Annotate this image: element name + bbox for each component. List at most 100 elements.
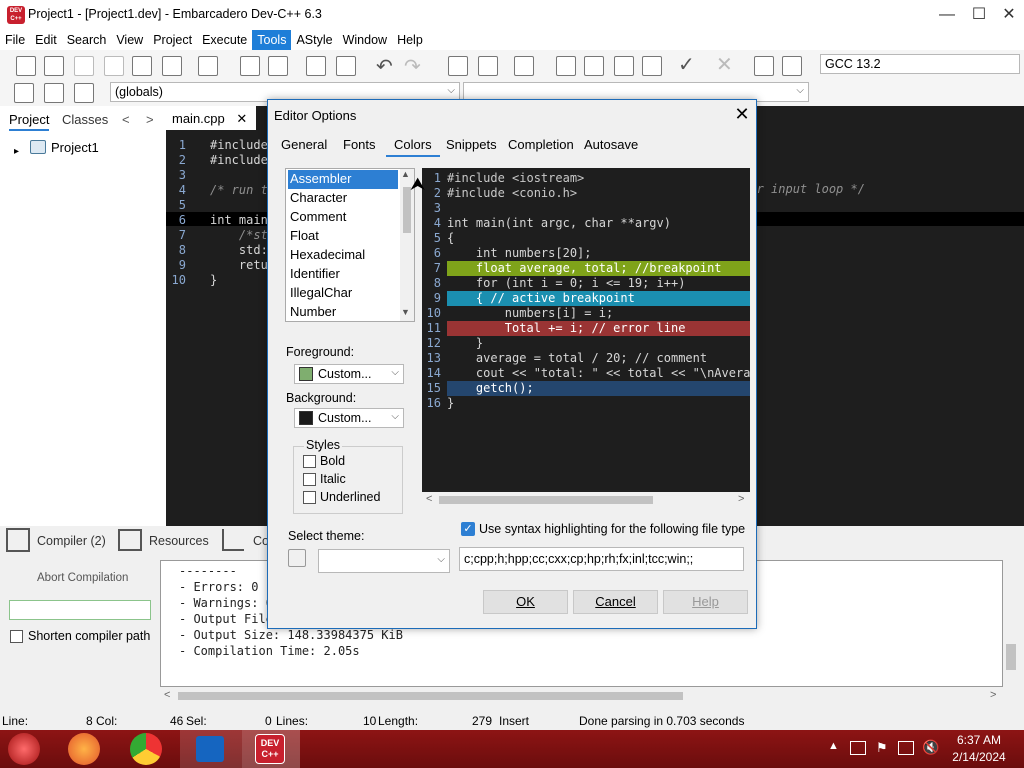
background-color-combo[interactable]: Custom... ⌵: [294, 408, 404, 428]
start-icon[interactable]: [8, 733, 40, 765]
indent-icon[interactable]: [306, 56, 326, 76]
syntax-element-item[interactable]: Comment: [288, 208, 398, 227]
tray-arrow-icon[interactable]: ▲: [828, 740, 839, 752]
syntax-highlight-checkbox[interactable]: ✓: [461, 522, 475, 536]
italic-checkbox[interactable]: [303, 473, 316, 486]
tab-resources[interactable]: Resources: [149, 534, 209, 548]
menu-file[interactable]: File: [0, 30, 30, 50]
syntax-element-list[interactable]: ▲ ▼ Assembler Character Comment Float Hexade…: [285, 168, 415, 322]
underlined-checkbox[interactable]: [303, 491, 316, 504]
menu-project[interactable]: Project: [148, 30, 197, 50]
scroll-up-arrow[interactable]: ▲: [401, 169, 410, 179]
close-file-icon[interactable]: [132, 56, 152, 76]
next-tab-arrow[interactable]: >: [146, 112, 154, 127]
compiler-set-combo[interactable]: GCC 13.2: [820, 54, 1020, 74]
abort-compilation-button[interactable]: Abort Compilation: [37, 572, 128, 584]
close-window-button[interactable]: ✕: [998, 4, 1020, 26]
undo-icon[interactable]: ↶: [376, 54, 393, 79]
stop-icon[interactable]: ✕: [716, 52, 733, 77]
syntax-element-item[interactable]: Number: [288, 303, 398, 322]
flag-tray-icon[interactable]: ⚑: [876, 740, 888, 756]
shorten-path-checkbox[interactable]: [10, 630, 23, 643]
file-tab-main-cpp[interactable]: main.cpp ✕: [166, 106, 256, 130]
redo-icon[interactable]: ↷: [404, 54, 421, 79]
foreground-color-combo[interactable]: Custom... ⌵: [294, 364, 404, 384]
preview-scroll-right[interactable]: >: [738, 493, 744, 505]
print-icon[interactable]: [198, 56, 218, 76]
volume-tray-icon[interactable]: 🔇: [922, 739, 939, 756]
outlook-task[interactable]: [180, 730, 242, 768]
menu-search[interactable]: Search: [62, 30, 112, 50]
battery-tray-icon[interactable]: [898, 741, 914, 755]
project-options-icon[interactable]: [514, 56, 534, 76]
run-icon[interactable]: [584, 56, 604, 76]
menu-help[interactable]: Help: [392, 30, 428, 50]
new-file-icon[interactable]: [16, 56, 36, 76]
maximize-button[interactable]: ☐: [968, 4, 990, 26]
dialog-close-button[interactable]: ✕: [732, 104, 752, 125]
scroll-right-arrow[interactable]: >: [990, 689, 996, 701]
menu-edit[interactable]: Edit: [30, 30, 62, 50]
open-folder-icon[interactable]: [44, 56, 64, 76]
help-button[interactable]: Help: [663, 590, 748, 614]
remove-from-project-icon[interactable]: [478, 56, 498, 76]
menu-astyle[interactable]: AStyle: [291, 30, 337, 50]
menu-window[interactable]: Window: [338, 30, 392, 50]
find-icon[interactable]: [240, 56, 260, 76]
menu-view[interactable]: View: [111, 30, 148, 50]
clock-time[interactable]: 6:37 AM: [946, 733, 1012, 747]
save-theme-icon[interactable]: [288, 549, 306, 567]
expand-arrow-icon[interactable]: ▸: [14, 146, 19, 157]
file-types-input[interactable]: c;cpp;h;hpp;cc;cxx;cp;hp;rh;fx;inl;tcc;w…: [459, 547, 744, 571]
tab-fonts[interactable]: Fonts: [343, 137, 376, 152]
bookmark-list-icon[interactable]: [74, 83, 94, 103]
tab-compiler[interactable]: Compiler (2): [37, 534, 106, 548]
theme-combo[interactable]: ⌵: [318, 549, 450, 573]
tab-general[interactable]: General: [281, 137, 327, 152]
chart-icon[interactable]: [754, 56, 774, 76]
tab-project[interactable]: Project: [9, 112, 50, 131]
tab-completion[interactable]: Completion: [508, 137, 574, 152]
unindent-icon[interactable]: [336, 56, 356, 76]
menu-tools[interactable]: Tools: [252, 30, 292, 50]
syntax-element-item[interactable]: IllegalChar: [288, 284, 398, 303]
network-tray-icon[interactable]: [850, 741, 866, 755]
firefox-icon[interactable]: [68, 733, 100, 765]
tab-colors[interactable]: Colors: [386, 137, 440, 157]
compile-icon[interactable]: [556, 56, 576, 76]
menu-execute[interactable]: Execute: [197, 30, 252, 50]
syntax-element-item[interactable]: Character: [288, 189, 398, 208]
cancel-button[interactable]: Cancel: [573, 590, 658, 614]
save-icon[interactable]: [74, 56, 94, 76]
preview-scrollbar-thumb[interactable]: [439, 496, 653, 504]
scrollbar-thumb[interactable]: [178, 692, 683, 700]
compile-run-icon[interactable]: [614, 56, 634, 76]
prev-tab-arrow[interactable]: <: [122, 112, 130, 127]
chrome-icon[interactable]: [130, 733, 162, 765]
project-tree-item[interactable]: Project1: [51, 140, 99, 155]
syntax-check-icon[interactable]: ✓: [678, 52, 695, 77]
syntax-element-item[interactable]: Identifier: [288, 265, 398, 284]
minimize-button[interactable]: —: [936, 4, 958, 26]
replace-icon[interactable]: [268, 56, 288, 76]
devcpp-task[interactable]: DEV C++: [242, 730, 300, 768]
preview-scroll-left[interactable]: <: [426, 493, 432, 505]
save-all-icon[interactable]: [104, 56, 124, 76]
syntax-element-item[interactable]: Hexadecimal: [288, 246, 398, 265]
goto-declaration-icon[interactable]: [14, 83, 34, 103]
delete-profiling-icon[interactable]: [782, 56, 802, 76]
ok-button[interactable]: OK: [483, 590, 568, 614]
close-all-icon[interactable]: [162, 56, 182, 76]
bold-checkbox[interactable]: [303, 455, 316, 468]
clock-date[interactable]: 2/14/2024: [946, 750, 1012, 764]
log-horizontal-scrollbar[interactable]: < >: [160, 688, 1003, 704]
close-tab-icon[interactable]: ✕: [236, 111, 247, 126]
syntax-element-item[interactable]: Float: [288, 227, 398, 246]
tab-classes[interactable]: Classes: [62, 112, 108, 127]
add-to-project-icon[interactable]: [448, 56, 468, 76]
tab-snippets[interactable]: Snippets: [446, 137, 497, 152]
bookmark-icon[interactable]: [44, 83, 64, 103]
scroll-down-arrow[interactable]: ▼: [401, 307, 410, 317]
log-vertical-scrollbar[interactable]: [1006, 644, 1016, 670]
syntax-element-item[interactable]: Assembler: [288, 170, 398, 189]
